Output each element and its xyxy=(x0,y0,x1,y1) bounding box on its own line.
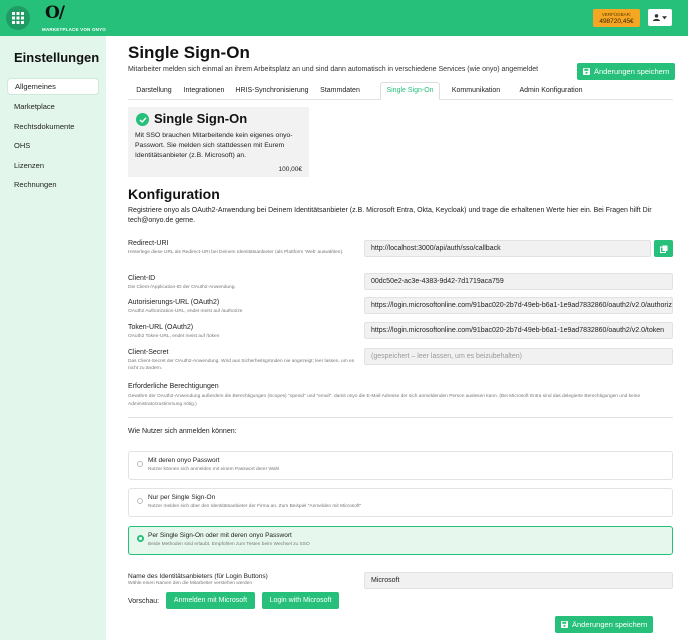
tab-hris-synchronisierung[interactable]: HRIS-Synchronisierung xyxy=(234,82,310,100)
copy-icon xyxy=(659,245,667,253)
redirect-uri-help: Hinterlege diese URL als Redirect-URI be… xyxy=(128,250,344,255)
login-option-sso-only[interactable]: Nur per Single Sign-On Nutzer melden sic… xyxy=(128,488,673,517)
login-option-help: Beide Methoden sind erlaubt. Empfohlen z… xyxy=(148,542,310,547)
sidebar-item-allgemeines[interactable]: Allgemeines xyxy=(7,78,99,95)
tab-stammdaten[interactable]: Stammdaten xyxy=(317,82,363,100)
sidebar-item-rechnungen[interactable]: Rechnungen xyxy=(7,176,99,193)
onyo-logo[interactable]: O/ MARKETPLACE VON ONYO xyxy=(42,3,106,33)
page-subtitle: Mitarbeiter melden sich einmal an ihrem … xyxy=(128,66,539,73)
save-button-label: Änderungen speichern xyxy=(572,620,648,629)
preview-button-german[interactable]: Anmelden mit Microsoft xyxy=(166,592,255,609)
login-option-help: Nutzer melden sich über den Identitätsan… xyxy=(148,504,362,509)
sso-product-card: Single Sign-On Mit SSO brauchen Mitarbei… xyxy=(128,107,309,177)
tab-integrationen[interactable]: Integrationen xyxy=(182,82,226,100)
login-option-sso-or-password[interactable]: Per Single Sign-On oder mit deren onyo P… xyxy=(128,526,673,555)
app-grid-button[interactable] xyxy=(6,6,30,30)
save-button-top[interactable]: Änderungen speichern xyxy=(577,63,676,80)
sidebar-item-marketplace[interactable]: Marketplace xyxy=(7,98,99,115)
sso-card-description: Mit SSO brauchen Mitarbeitende kein eige… xyxy=(135,132,293,159)
sso-card-title: Single Sign-On xyxy=(154,111,248,126)
login-option-password[interactable]: Mit deren onyo Passwort Nutzer können si… xyxy=(128,451,673,480)
client-id-field[interactable]: 00dc50e2-ac3e-4383-9d42-7d1719aca759 xyxy=(364,273,673,290)
save-button-label: Änderungen speichern xyxy=(594,67,670,76)
permissions-label: Erforderliche Berechtigungen xyxy=(128,383,219,390)
client-secret-label: Client-Secret xyxy=(128,349,169,356)
floppy-disk-icon xyxy=(583,68,590,75)
sidebar-title: Einstellungen xyxy=(14,50,100,65)
authorization-url-help: OAuth2 Authorization-URL, endet meist au… xyxy=(128,309,243,314)
config-intro: Registriere onyo als OAuth2-Anwendung be… xyxy=(128,207,652,224)
idp-name-help: Wähle einen Namen den die Mitarbeiter ve… xyxy=(128,581,252,586)
sidebar-item-lizenzen[interactable]: Lizenzen xyxy=(7,157,99,174)
balance-badge: VERFÜGBAR: 498720,45€ xyxy=(593,9,640,27)
top-bar: O/ MARKETPLACE VON ONYO VERFÜGBAR: 49872… xyxy=(0,0,688,36)
authorization-url-label: Autorisierungs-URL (OAuth2) xyxy=(128,299,220,306)
idp-name-field[interactable]: Microsoft xyxy=(364,572,673,589)
tab-single-sign-on[interactable]: Single Sign-On xyxy=(380,82,440,100)
floppy-disk-icon xyxy=(561,621,568,628)
config-heading: Konfiguration xyxy=(128,186,220,202)
balance-label: VERFÜGBAR: xyxy=(601,12,632,17)
sidebar-item-ohs[interactable]: OHS xyxy=(7,137,99,154)
page-title: Single Sign-On xyxy=(128,43,250,62)
redirect-uri-field[interactable]: http://localhost:3000/api/auth/sso/callb… xyxy=(364,240,651,257)
grid-icon xyxy=(12,12,24,24)
login-option-title: Mit deren onyo Passwort xyxy=(148,457,220,464)
tab-admin-konfiguration[interactable]: Admin Konfiguration xyxy=(516,82,586,100)
settings-sidebar: Einstellungen Allgemeines Marketplace Re… xyxy=(0,36,106,640)
token-url-field[interactable]: https://login.microsoftonline.com/91bac0… xyxy=(364,322,673,339)
idp-name-label: Name des Identitätsanbieters (für Login … xyxy=(128,573,268,580)
token-url-label: Token-URL (OAuth2) xyxy=(128,324,194,331)
login-option-title: Per Single Sign-On oder mit deren onyo P… xyxy=(148,532,292,539)
sso-card-price: 100,00€ xyxy=(278,166,303,173)
login-option-help: Nutzer können sich anmelden mit einem Pa… xyxy=(148,467,280,472)
check-circle-icon xyxy=(136,113,149,126)
redirect-uri-label: Redirect-URI xyxy=(128,240,169,247)
user-menu-button[interactable] xyxy=(648,9,672,26)
copy-redirect-uri-button[interactable] xyxy=(654,240,673,257)
client-id-label: Client-ID xyxy=(128,275,156,282)
user-icon xyxy=(653,14,660,21)
tab-kommunikation[interactable]: Kommunikation xyxy=(449,82,503,100)
login-option-title: Nur per Single Sign-On xyxy=(148,494,216,501)
radio-button[interactable] xyxy=(137,498,143,504)
permissions-help: Gewähre der OAuth2-Anwendung außerdem di… xyxy=(128,394,641,407)
token-url-help: OAuth2 Token-URL, endet meist auf /token xyxy=(128,334,220,339)
save-button-bottom[interactable]: Änderungen speichern xyxy=(555,616,654,633)
logo-subtitle: MARKETPLACE VON ONYO xyxy=(42,27,107,32)
caret-down-icon xyxy=(662,16,667,20)
preview-button-english[interactable]: Login with Microsoft xyxy=(262,592,339,609)
logo-mark: O/ xyxy=(45,3,65,23)
login-mode-label: Wie Nutzer sich anmelden können: xyxy=(128,428,237,435)
balance-value: 498720,45€ xyxy=(599,18,634,25)
client-secret-field[interactable]: (gespeichert – leer lassen, um es beizub… xyxy=(364,348,673,365)
radio-button[interactable] xyxy=(137,461,143,467)
client-id-help: Die Client-/Application-ID der OAuth2-An… xyxy=(128,285,236,290)
authorization-url-field[interactable]: https://login.microsoftonline.com/91bac0… xyxy=(364,297,673,314)
settings-tabs: Darstellung Integrationen HRIS-Synchroni… xyxy=(128,82,673,100)
divider xyxy=(128,417,673,418)
sidebar-item-rechtsdokumente[interactable]: Rechtsdokumente xyxy=(7,118,99,135)
client-secret-help: Das Client-Secret der OAuth2-Anwendung. … xyxy=(128,359,355,371)
tab-darstellung[interactable]: Darstellung xyxy=(134,82,174,100)
radio-button-selected[interactable] xyxy=(137,535,144,542)
preview-label: Vorschau: xyxy=(128,598,160,605)
